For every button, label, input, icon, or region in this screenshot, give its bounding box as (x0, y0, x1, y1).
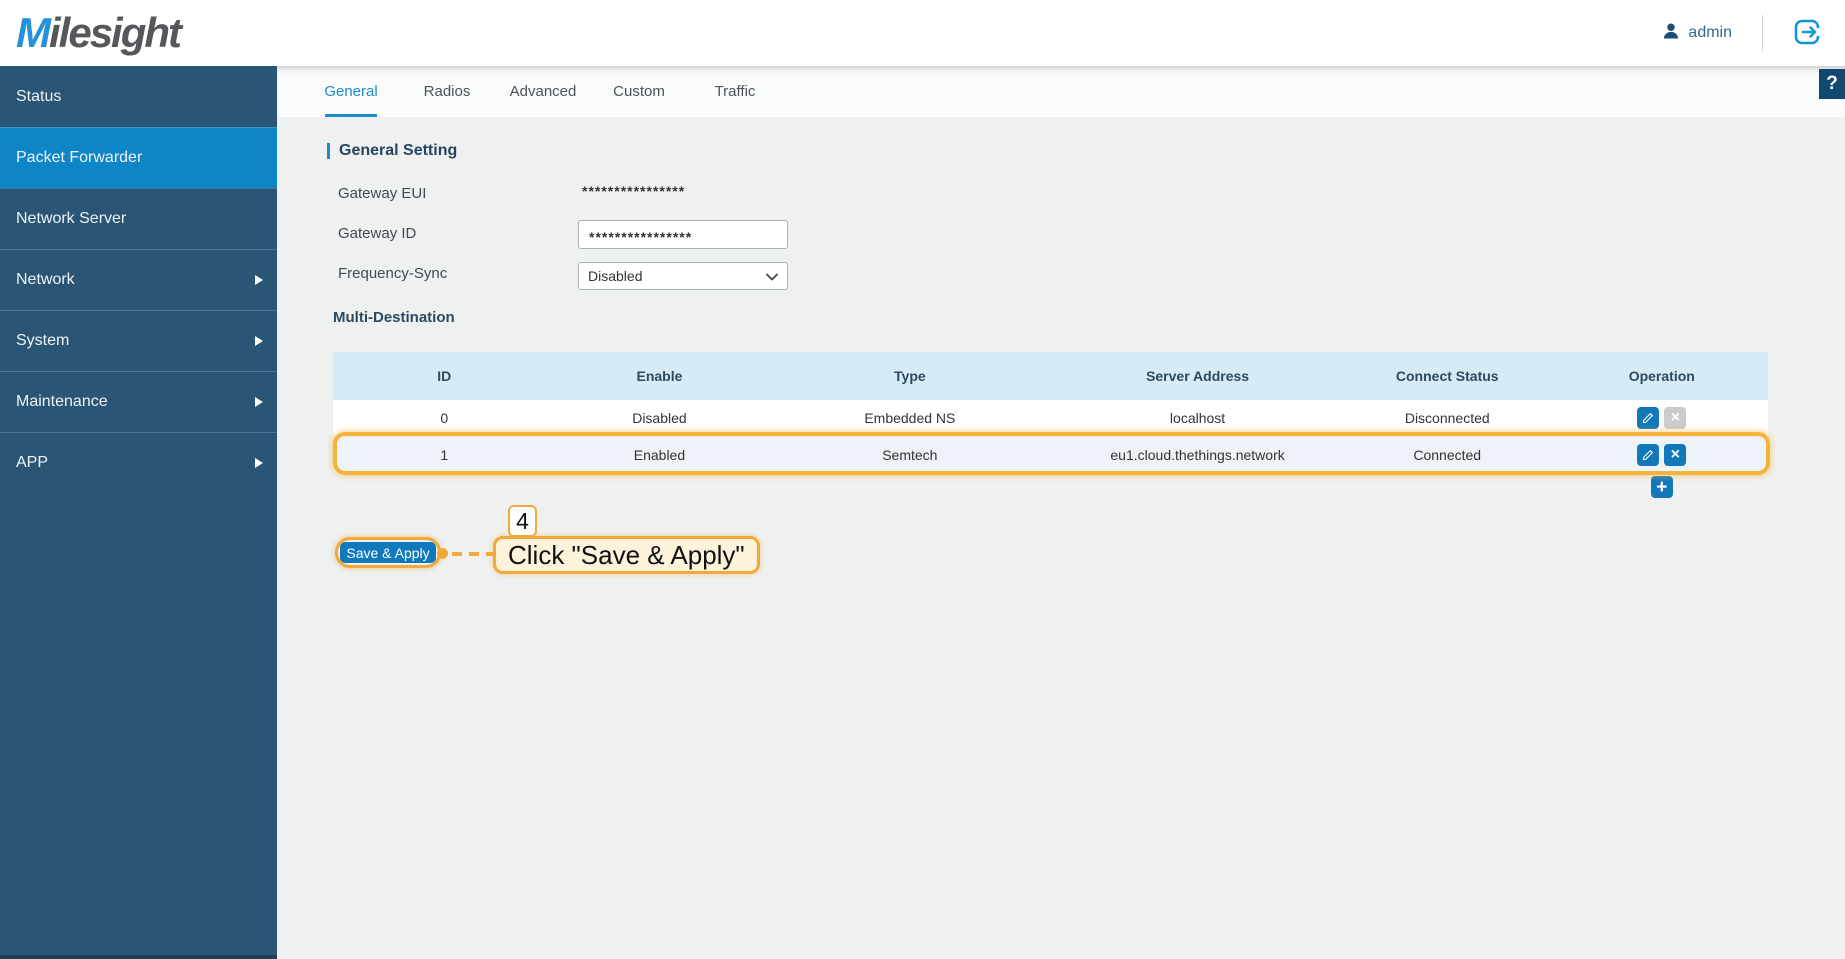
section-title: General Setting (327, 142, 457, 160)
user-area: admin (1661, 15, 1821, 51)
tab-bar: General Radios Advanced Custom Traffic (277, 66, 1845, 117)
sidebar-item-label: APP (16, 454, 49, 471)
header-divider (1762, 15, 1763, 51)
gateway-id-input[interactable] (578, 220, 788, 249)
annotation-connector-dot (437, 548, 448, 559)
gateway-eui-value: **************** (582, 183, 686, 199)
logo-text: ilesight (49, 9, 182, 56)
gateway-id-label: Gateway ID (338, 225, 417, 242)
help-icon[interactable]: ? (1819, 69, 1845, 99)
save-apply-button[interactable]: Save & Apply (340, 542, 436, 563)
delete-icon: × (1664, 407, 1687, 429)
cell-server-address: localhost (1169, 410, 1226, 426)
sidebar-item-network[interactable]: Network (0, 249, 277, 310)
app-window: Milesight admin ? Status Packet Forwarde… (0, 0, 1845, 959)
milesight-logo: Milesight (16, 9, 182, 56)
column-header-enable: Enable (636, 368, 683, 384)
multi-destination-title: Multi-Destination (333, 309, 455, 326)
edit-icon[interactable] (1637, 443, 1660, 466)
sidebar-item-label: Network Server (16, 210, 127, 227)
table-row-highlighted: 1 Enabled Semtech eu1.cloud.thethings.ne… (333, 437, 1768, 472)
tab-general[interactable]: General (303, 66, 399, 117)
add-icon[interactable]: + (1650, 476, 1673, 498)
table-footer-row: + (333, 472, 1768, 502)
annotation-connector-line (452, 552, 493, 556)
logo-mark: M (16, 9, 51, 56)
column-header-connect-status: Connect Status (1395, 368, 1499, 384)
cell-type: Semtech (882, 446, 938, 463)
username-label: admin (1688, 24, 1732, 41)
column-header-operation: Operation (1628, 368, 1695, 384)
cell-connect-status: Disconnected (1404, 410, 1490, 426)
sidebar-item-maintenance[interactable]: Maintenance (0, 371, 277, 432)
cell-operation: × (1556, 443, 1768, 466)
column-header-type: Type (894, 368, 926, 384)
section-title-accent-bar (327, 143, 330, 159)
frequency-sync-selected-value: Disabled (588, 268, 643, 284)
cell-connect-status: Connected (1413, 446, 1482, 463)
cell-enable: Enabled (633, 446, 686, 463)
sidebar-item-label: System (16, 332, 70, 349)
tab-radios[interactable]: Radios (399, 66, 495, 117)
sidebar-item-label: Network (16, 271, 75, 288)
edit-icon[interactable] (1637, 407, 1660, 429)
chevron-down-icon (766, 268, 778, 284)
logout-button[interactable] (1793, 18, 1821, 49)
sidebar-item-app[interactable]: APP (0, 432, 277, 493)
table-header-row: ID Enable Type Server Address Connect St… (333, 352, 1768, 400)
sidebar-item-packet-forwarder[interactable]: Packet Forwarder (0, 127, 277, 188)
sidebar-item-system[interactable]: System (0, 310, 277, 371)
chevron-right-icon (255, 275, 263, 285)
delete-icon[interactable]: × (1664, 443, 1687, 466)
sidebar-item-label: Status (16, 87, 62, 105)
section-title-text: General Setting (339, 142, 458, 159)
tab-custom[interactable]: Custom (591, 66, 687, 117)
cell-type: Embedded NS (864, 410, 956, 426)
user-icon (1661, 21, 1681, 46)
multi-destination-table: ID Enable Type Server Address Connect St… (333, 352, 1768, 502)
frequency-sync-select[interactable]: Disabled (578, 262, 788, 290)
annotation-tooltip: Click "Save & Apply" (493, 536, 760, 574)
cell-id: 1 (440, 446, 449, 463)
tab-traffic[interactable]: Traffic (687, 66, 783, 117)
table-row: 0 Disabled Embedded NS localhost Disconn… (333, 400, 1768, 437)
tab-advanced[interactable]: Advanced (495, 66, 591, 117)
sidebar-item-label: Packet Forwarder (16, 149, 143, 166)
sidebar-bottom-strip (0, 955, 277, 959)
column-header-id: ID (437, 368, 452, 384)
add-row-cell: + (1556, 476, 1768, 498)
sidebar-item-network-server[interactable]: Network Server (0, 188, 277, 249)
main-content: General Radios Advanced Custom Traffic G… (277, 66, 1845, 959)
annotation-step-badge: 4 (508, 505, 537, 537)
chevron-right-icon (255, 458, 263, 468)
sidebar-item-status[interactable]: Status (0, 66, 277, 127)
cell-enable: Disabled (632, 410, 687, 426)
chevron-right-icon (255, 397, 263, 407)
sidebar: Status Packet Forwarder Network Server N… (0, 66, 277, 959)
column-header-server-address: Server Address (1146, 368, 1250, 384)
chevron-right-icon (255, 336, 263, 346)
sidebar-item-label: Maintenance (16, 393, 108, 410)
user-menu[interactable]: admin (1661, 21, 1732, 46)
logout-icon (1793, 18, 1821, 49)
cell-server-address: eu1.cloud.thethings.network (1110, 446, 1285, 463)
top-bar: Milesight admin (0, 0, 1845, 66)
cell-operation: × (1556, 407, 1768, 429)
cell-id: 0 (440, 410, 449, 426)
frequency-sync-label: Frequency-Sync (338, 265, 448, 282)
gateway-eui-label: Gateway EUI (338, 185, 427, 202)
